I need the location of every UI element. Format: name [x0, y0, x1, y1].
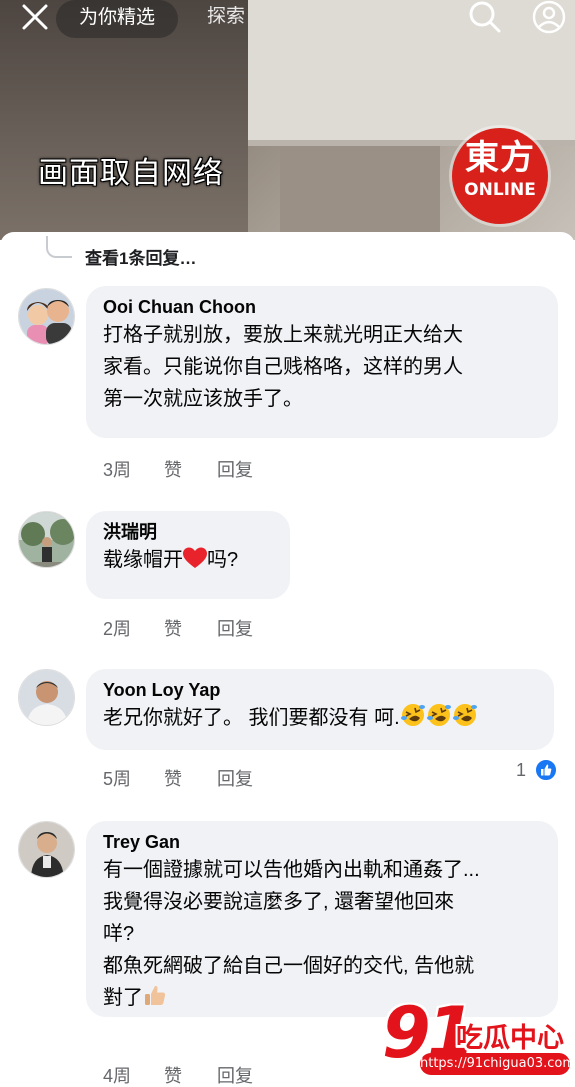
- view-replies-link[interactable]: 查看1条回复…: [85, 244, 196, 269]
- avatar[interactable]: [18, 669, 75, 726]
- watermark-name: 吃瓜中心: [456, 1023, 564, 1054]
- reply-button[interactable]: 回复: [217, 456, 253, 482]
- reaction-count: 1: [516, 760, 527, 780]
- reply-button[interactable]: 回复: [217, 615, 253, 641]
- comment-text: 打格子就别放，要放上来就光明正大给大 家看。只能说你自己贱格咯，这样的男人 第一…: [103, 324, 463, 410]
- avatar-image: [19, 822, 74, 877]
- comment-text: 有一個證據就可以告他婚內出軌和通姦了... 我覺得沒必要說這麼多了, 還奢望他回…: [103, 854, 542, 1014]
- video-background: [280, 146, 440, 240]
- comment-time: 3周: [103, 460, 132, 480]
- profile-icon: [532, 0, 566, 34]
- like-reaction-icon: [534, 758, 558, 782]
- comment-time: 4周: [103, 1066, 132, 1086]
- search-button[interactable]: [468, 0, 502, 34]
- avatar-image: [19, 670, 74, 725]
- close-button[interactable]: [20, 2, 50, 32]
- comment-time: 5周: [103, 769, 132, 789]
- watermark-url: https://91chigua03.com/: [420, 1053, 575, 1075]
- avatar[interactable]: [18, 821, 75, 878]
- reply-button[interactable]: 回复: [217, 1062, 253, 1087]
- logo-text-top: 東方: [465, 138, 535, 178]
- comment-text: 载缘帽开 吗?: [103, 544, 274, 576]
- search-icon: [469, 1, 501, 33]
- reply-thread-line: [46, 236, 72, 258]
- comment-time: 2周: [103, 619, 132, 639]
- video-caption: 画面取自网络: [38, 156, 224, 191]
- like-button[interactable]: 赞: [164, 1062, 182, 1087]
- comment-text-body: 老兄你就好了。 我们要都没有 呵.: [103, 707, 400, 729]
- rolling-laughing-icon: [426, 704, 451, 726]
- comment-text-before: 载缘帽开: [103, 549, 183, 571]
- thumbs-up-icon: [145, 985, 166, 1005]
- close-icon: [22, 4, 48, 30]
- tab-explore[interactable]: 探索: [207, 0, 245, 36]
- watermark: 91 吃瓜中心 https://91chigua03.com/: [380, 992, 575, 1087]
- avatar-image: [19, 512, 74, 567]
- comment-author[interactable]: Ooi Chuan Choon: [103, 295, 542, 319]
- profile-button[interactable]: [532, 0, 566, 34]
- like-button[interactable]: 赞: [164, 765, 182, 791]
- avatar[interactable]: [18, 511, 75, 568]
- comment-bubble: Trey Gan 有一個證據就可以告他婚內出軌和通姦了... 我覺得沒必要說這麼…: [86, 821, 558, 1017]
- avatar[interactable]: [18, 288, 75, 345]
- logo-text-bottom: ONLINE: [464, 180, 536, 200]
- comment-bubble: Ooi Chuan Choon 打格子就别放，要放上来就光明正大给大 家看。只能…: [86, 286, 558, 438]
- like-button[interactable]: 赞: [164, 615, 182, 641]
- comment-author[interactable]: Yoon Loy Yap: [103, 678, 538, 702]
- rolling-laughing-icon: [452, 704, 477, 726]
- top-bar: 为你精选 探索: [0, 0, 575, 40]
- comment-author[interactable]: Trey Gan: [103, 830, 542, 854]
- comments-sheet: 查看1条回复… Ooi Chuan Choon 打格子就别放，要放上来就光明正大…: [0, 232, 575, 1087]
- comment-bubble: 洪瑞明 载缘帽开 吗?: [86, 511, 290, 599]
- reply-button[interactable]: 回复: [217, 765, 253, 791]
- avatar-image: [19, 289, 74, 344]
- like-button[interactable]: 赞: [164, 456, 182, 482]
- comment-text-after: 吗?: [207, 549, 239, 571]
- red-heart-icon: [183, 547, 207, 568]
- comment-text: 老兄你就好了。 我们要都没有 呵.: [103, 702, 538, 734]
- comment-bubble: Yoon Loy Yap 老兄你就好了。 我们要都没有 呵.: [86, 669, 554, 750]
- comment-author[interactable]: 洪瑞明: [103, 520, 274, 544]
- tab-for-you[interactable]: 为你精选: [56, 0, 178, 38]
- video-player[interactable]: 为你精选 探索 画面取自网络 東方 ONLINE: [0, 0, 575, 240]
- rolling-laughing-icon: [400, 704, 425, 726]
- news-logo: 東方 ONLINE: [452, 128, 548, 224]
